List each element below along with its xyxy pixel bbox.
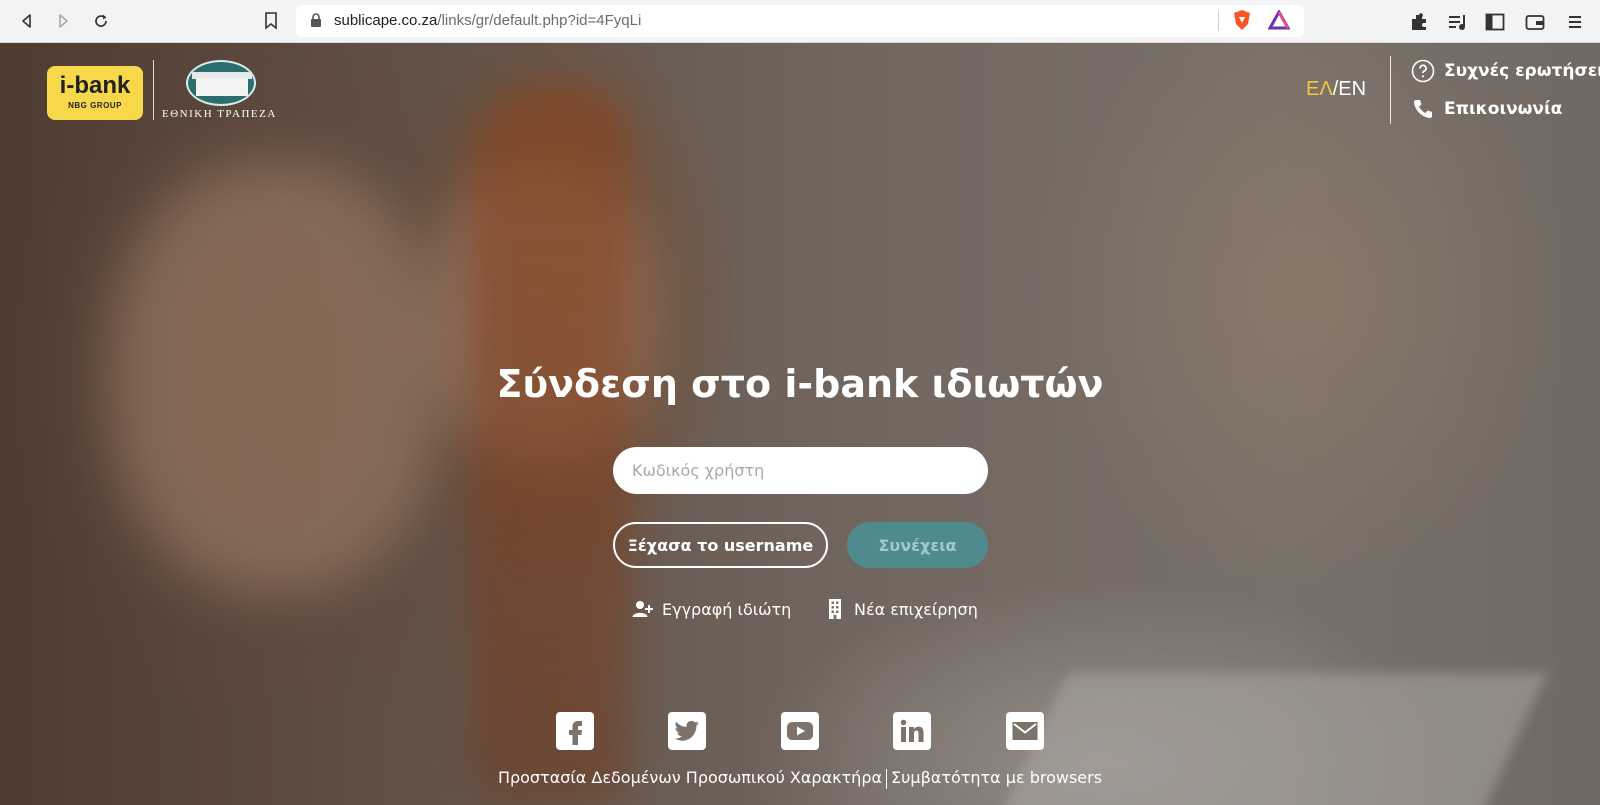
page-title: Σύνδεση στο i-bank ιδιωτών <box>496 362 1104 406</box>
browser-compatibility-link[interactable]: Συμβατότητα με browsers <box>891 768 1102 787</box>
ibank-logo-text: i-bank <box>59 72 131 99</box>
register-label: Εγγραφή ιδιώτη <box>662 599 792 619</box>
footer-links: Προστασία Δεδομένων Προσωπικού Χαρακτήρα… <box>0 768 1600 789</box>
lang-el[interactable]: ΕΛ <box>1306 78 1333 100</box>
header-divider <box>1390 56 1391 124</box>
contact-label: Επικοινωνία <box>1444 99 1563 119</box>
nbg-group-text: NBG GROUP <box>68 101 122 110</box>
nbg-building-logo[interactable] <box>186 60 256 106</box>
new-business-link[interactable]: Νέα επιχείρηση <box>824 598 978 620</box>
forward-icon[interactable] <box>50 8 76 34</box>
wallet-icon[interactable] <box>1524 11 1546 33</box>
contact-link[interactable]: Επικοινωνία <box>1410 96 1562 122</box>
footer-separator <box>886 768 888 789</box>
ibank-logo[interactable]: i-bank NBG GROUP <box>47 66 143 120</box>
register-individual-link[interactable]: Εγγραφή ιδιώτη <box>632 598 791 620</box>
hero-background <box>0 43 1600 805</box>
url-text[interactable]: sublicape.co.za/links/gr/default.php?id=… <box>334 12 641 29</box>
facebook-icon[interactable] <box>556 712 594 750</box>
business-label: Νέα επιχείρηση <box>854 599 978 619</box>
add-user-icon <box>632 598 654 620</box>
building-icon <box>824 598 846 620</box>
lock-icon <box>310 12 322 32</box>
linkedin-icon[interactable] <box>893 712 931 750</box>
username-input[interactable] <box>613 447 988 494</box>
faq-label: Συχνές ερωτήσεις <box>1444 61 1600 81</box>
phone-icon <box>1410 96 1436 122</box>
youtube-icon[interactable] <box>781 712 819 750</box>
bank-name: ΕΘΝΙΚΗ ΤΡΑΠΕΖΑ <box>162 108 277 120</box>
back-icon[interactable] <box>14 8 40 34</box>
browser-toolbar: sublicape.co.za/links/gr/default.php?id=… <box>0 0 1600 43</box>
privacy-link[interactable]: Προστασία Δεδομένων Προσωπικού Χαρακτήρα <box>498 768 882 787</box>
extensions-icon[interactable] <box>1408 11 1430 33</box>
brave-shield-icon[interactable] <box>1231 9 1253 31</box>
url-path: /links/gr/default.php?id=4FyqLi <box>437 12 642 29</box>
building-facade <box>196 78 248 96</box>
hero-overlay <box>0 43 1600 805</box>
address-bar[interactable]: sublicape.co.za/links/gr/default.php?id=… <box>296 5 1304 37</box>
continue-button[interactable]: Συνέχεια <box>847 522 988 568</box>
sidebar-icon[interactable] <box>1484 11 1506 33</box>
twitter-icon[interactable] <box>668 712 706 750</box>
question-icon <box>1410 58 1436 84</box>
menu-icon[interactable] <box>1564 11 1586 33</box>
url-separator <box>1218 11 1219 31</box>
faq-link[interactable]: Συχνές ερωτήσεις <box>1410 58 1600 84</box>
brave-rewards-icon[interactable] <box>1268 9 1290 31</box>
url-host: sublicape.co.za <box>334 12 438 29</box>
logo-divider <box>153 60 154 120</box>
language-switcher: ΕΛ/EN <box>1306 78 1366 101</box>
media-queue-icon[interactable] <box>1447 11 1469 33</box>
bookmark-icon[interactable] <box>258 8 284 34</box>
reload-icon[interactable] <box>88 8 114 34</box>
mail-icon[interactable] <box>1006 712 1044 750</box>
forgot-username-button[interactable]: Ξέχασα το username <box>613 522 828 568</box>
lang-en[interactable]: EN <box>1338 78 1366 100</box>
